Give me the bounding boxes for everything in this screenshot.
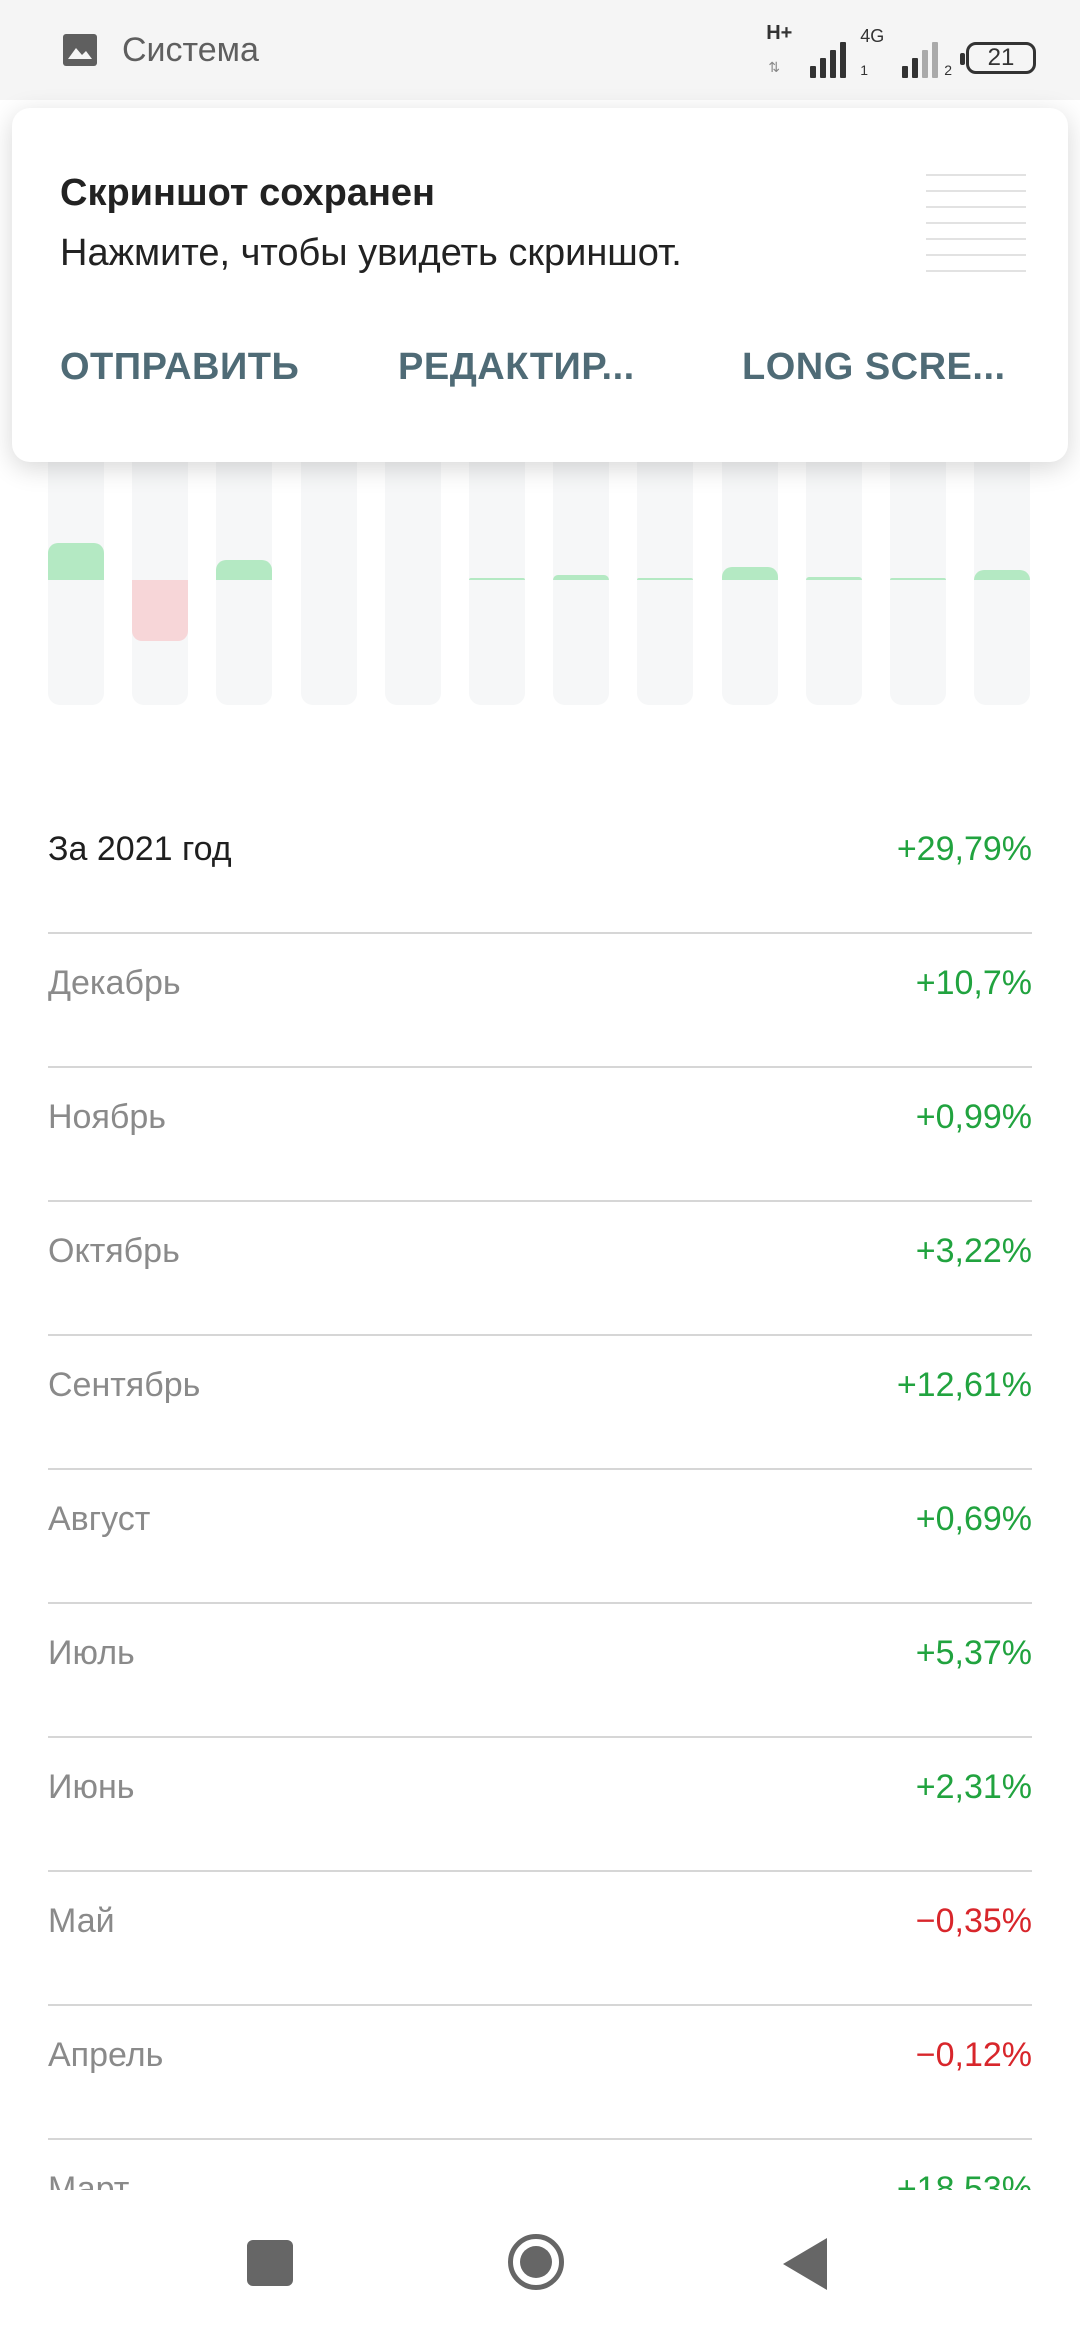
chart-bar-track[interactable]	[553, 420, 610, 705]
chart-bar-track[interactable]	[974, 420, 1031, 705]
month-row[interactable]: Октябрь +3,22%	[48, 1202, 1032, 1336]
chart-bar	[721, 567, 778, 580]
month-return-value: +5,37%	[915, 1634, 1032, 1672]
chart-bar	[974, 569, 1031, 580]
home-button[interactable]	[508, 2234, 564, 2290]
recent-apps-button[interactable]	[247, 2240, 293, 2286]
monthly-returns-chart	[48, 420, 1032, 710]
navigation-bar	[0, 2190, 1080, 2340]
chart-bar-track[interactable]	[48, 420, 104, 705]
month-return-value: −0,12%	[915, 2036, 1032, 2074]
month-label: Июнь	[48, 1768, 135, 1806]
notification-title: Скриншот сохранен	[60, 172, 436, 214]
year-total-row[interactable]: За 2021 год +29,79%	[48, 800, 1032, 934]
month-return-value: +0,99%	[915, 1098, 1032, 1136]
screenshot-thumbnail[interactable]	[912, 164, 1042, 279]
network-type-label: H+	[766, 22, 793, 44]
status-bar-notification-source: Система	[62, 22, 259, 78]
chart-bar-track[interactable]	[384, 420, 441, 705]
battery-icon: 21	[960, 42, 1036, 74]
battery-level: 21	[987, 44, 1015, 71]
month-row[interactable]: Июль +5,37%	[48, 1604, 1032, 1738]
month-row[interactable]: Декабрь +10,7%	[48, 934, 1032, 1068]
month-label: Сентябрь	[48, 1366, 201, 1404]
month-label: Декабрь	[48, 964, 181, 1002]
image-icon	[63, 34, 97, 66]
month-row[interactable]: Август +0,69%	[48, 1470, 1032, 1604]
send-button[interactable]: ОТПРАВИТЬ	[60, 346, 299, 389]
month-label: Август	[48, 1500, 151, 1538]
month-label: Июль	[48, 1634, 135, 1672]
month-label: Ноябрь	[48, 1098, 166, 1136]
month-label: Апрель	[48, 2036, 164, 2074]
month-return-value: −0,35%	[915, 1902, 1032, 1940]
screenshot-notification[interactable]: Скриншот сохранен Нажмите, чтобы увидеть…	[12, 108, 1068, 462]
notification-actions: ОТПРАВИТЬ РЕДАКТИР... LONG SCRE...	[60, 346, 1060, 402]
network-type-indicator-2: 4G 1	[860, 22, 888, 78]
network-type-label-2: 4G	[860, 26, 885, 46]
chart-bar	[805, 576, 862, 580]
month-return-value: +2,31%	[915, 1768, 1032, 1806]
edit-button[interactable]: РЕДАКТИР...	[398, 346, 635, 389]
returns-list: За 2021 год +29,79% Декабрь +10,7% Ноябрь +0,…	[48, 800, 1032, 2274]
chart-bar-track[interactable]	[300, 420, 357, 705]
signal-strength-icon-sim1	[810, 40, 847, 78]
chart-bar	[553, 574, 610, 580]
chart-bar	[216, 559, 273, 580]
status-bar-app-label: Система	[122, 30, 259, 69]
chart-bar	[132, 580, 189, 642]
chart-bar-track[interactable]	[805, 420, 862, 705]
data-activity-icon: ⇅	[768, 59, 780, 75]
chart-bar-track[interactable]	[721, 420, 778, 705]
chart-bar-track[interactable]	[637, 420, 694, 705]
year-return-value: +29,79%	[896, 830, 1032, 868]
chart-bar-track[interactable]	[216, 420, 273, 705]
sim-1-label: 1	[860, 62, 868, 78]
chart-bar	[637, 578, 694, 580]
chart-bar-track[interactable]	[890, 420, 946, 705]
month-row[interactable]: Апрель −0,12%	[48, 2006, 1032, 2140]
back-button[interactable]	[783, 2238, 827, 2290]
status-bar: Система H+ ⇅ 4G 1 2 21	[0, 0, 1080, 100]
month-row[interactable]: Сентябрь +12,61%	[48, 1336, 1032, 1470]
chart-bar	[890, 578, 946, 580]
month-row[interactable]: Ноябрь +0,99%	[48, 1068, 1032, 1202]
notification-text: Нажмите, чтобы увидеть скриншот.	[60, 232, 682, 274]
month-label: Май	[48, 1902, 115, 1940]
month-return-value: +12,61%	[896, 1366, 1032, 1404]
year-label: За 2021 год	[48, 830, 232, 868]
status-icons: H+ ⇅ 4G 1 2 21	[766, 22, 1036, 78]
month-return-value: +3,22%	[915, 1232, 1032, 1270]
month-row[interactable]: Май −0,35%	[48, 1872, 1032, 2006]
month-label: Октябрь	[48, 1232, 180, 1270]
network-type-indicator-1: H+ ⇅	[766, 22, 796, 78]
chart-bar-track[interactable]	[132, 420, 189, 705]
chart-bar-track[interactable]	[469, 420, 525, 705]
signal-strength-icon-sim2	[902, 40, 939, 78]
sim-2-label: 2	[944, 62, 952, 78]
chart-bar	[48, 542, 104, 580]
long-screenshot-button[interactable]: LONG SCRE...	[742, 346, 1006, 389]
month-row[interactable]: Июнь +2,31%	[48, 1738, 1032, 1872]
chart-bar	[469, 577, 525, 580]
month-return-value: +10,7%	[915, 964, 1032, 1002]
month-return-value: +0,69%	[915, 1500, 1032, 1538]
